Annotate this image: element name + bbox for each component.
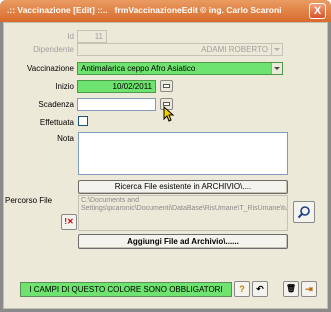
vaccinazione-combo[interactable]: Antimalarica ceppo Afro Asiatico bbox=[77, 62, 283, 75]
delete-button[interactable]: 🗑 bbox=[283, 281, 299, 297]
search-archive-button[interactable]: Ricerca File esistente in ARCHIVIO\.... bbox=[78, 180, 288, 194]
nota-textarea[interactable] bbox=[78, 132, 288, 175]
mouse-pointer-icon bbox=[163, 106, 175, 122]
percorso-file-label: Percorso File bbox=[5, 196, 53, 205]
required-fields-notice: I CAMPI DI QUESTO COLORE SONO OBBLIGATOR… bbox=[20, 282, 232, 297]
app-window: .:: Vaccinazione [Edit] ::.. frmVaccinaz… bbox=[0, 0, 331, 312]
nota-label: Nota bbox=[57, 134, 74, 143]
file-path-field: C:\Documents and Settings\pcaronic\Docum… bbox=[78, 195, 288, 231]
effettuata-checkbox[interactable] bbox=[78, 116, 88, 126]
inizio-calendar-button[interactable] bbox=[160, 80, 173, 92]
clear-path-button[interactable]: !✕ bbox=[61, 214, 77, 230]
open-file-button[interactable] bbox=[293, 201, 315, 223]
help-button[interactable]: ? bbox=[234, 281, 250, 297]
vaccinazione-label: Vaccinazione bbox=[27, 64, 74, 73]
chevron-down-icon[interactable] bbox=[271, 63, 282, 74]
chevron-down-icon bbox=[271, 44, 282, 55]
search-icon bbox=[297, 206, 310, 219]
trash-icon: 🗑 bbox=[285, 284, 297, 293]
help-icon: ? bbox=[239, 284, 245, 294]
form-area: Id 11 Dipendente ADAMI ROBERTO Vaccinazi… bbox=[3, 22, 328, 309]
id-field: 11 bbox=[77, 30, 107, 43]
undo-icon: ↶ bbox=[256, 284, 264, 294]
title-bar: .:: Vaccinazione [Edit] ::.. frmVaccinaz… bbox=[0, 0, 331, 22]
dipendente-value: ADAMI ROBERTO bbox=[201, 45, 268, 54]
exit-icon: ⇥ bbox=[305, 284, 313, 294]
dipendente-label: Dipendente bbox=[33, 45, 74, 54]
inizio-field[interactable]: 10/02/2011 bbox=[77, 80, 156, 93]
dipendente-combo: ADAMI ROBERTO bbox=[77, 43, 283, 56]
undo-button[interactable]: ↶ bbox=[252, 281, 268, 297]
inizio-label: Inizio bbox=[55, 82, 74, 91]
close-button[interactable]: X bbox=[309, 3, 326, 19]
id-label: Id bbox=[67, 32, 74, 41]
calendar-icon bbox=[163, 84, 170, 88]
scadenza-label: Scadenza bbox=[38, 100, 74, 109]
vaccinazione-value: Antimalarica ceppo Afro Asiatico bbox=[81, 64, 196, 73]
scadenza-field[interactable] bbox=[77, 98, 156, 111]
window-title: .:: Vaccinazione [Edit] ::.. frmVaccinaz… bbox=[7, 5, 282, 15]
exit-button[interactable]: ⇥ bbox=[301, 281, 317, 297]
add-to-archive-button[interactable]: Aggiungi File ad Archivio\...... bbox=[78, 234, 288, 249]
effettuata-label: Effettuata bbox=[39, 118, 74, 127]
